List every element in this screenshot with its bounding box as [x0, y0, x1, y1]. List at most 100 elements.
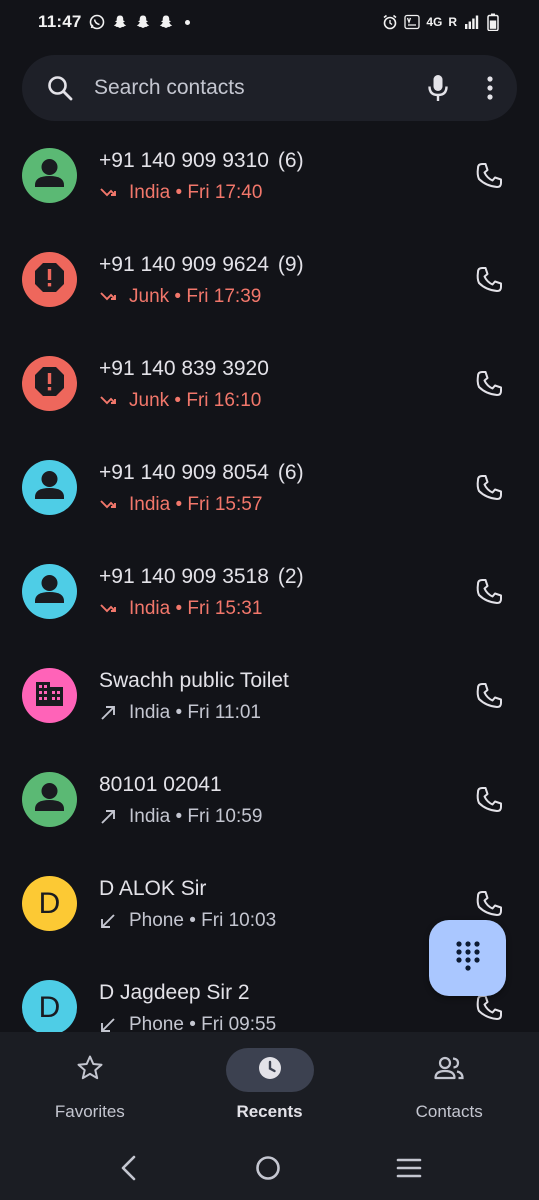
- avatar[interactable]: [22, 564, 77, 619]
- call-log-row[interactable]: 80101 02041 India • Fri 10:59: [0, 748, 539, 852]
- call-button[interactable]: [473, 576, 505, 608]
- call-subtitle: India • Fri 15:57: [129, 494, 263, 515]
- phone-icon: [473, 787, 505, 820]
- caller-name: +91 140 909 9624: [99, 253, 269, 276]
- call-count: (2): [277, 565, 304, 588]
- phone-icon: [473, 163, 505, 196]
- caller-name: 80101 02041: [99, 773, 222, 796]
- network-type: 4G: [426, 15, 443, 29]
- nav-contacts-icon-wrap[interactable]: [405, 1048, 493, 1092]
- call-button[interactable]: [473, 784, 505, 816]
- status-left: 11:47: [38, 12, 190, 32]
- call-title: +91 140 839 3920: [99, 357, 269, 381]
- nav-contacts[interactable]: Contacts: [359, 1032, 539, 1140]
- recent-calls-list[interactable]: +91 140 909 9310 (6) India • Fri 17:40 +91 …: [0, 124, 539, 1032]
- call-log-row[interactable]: +91 140 909 9624 (9) Junk • Fri 17:39: [0, 228, 539, 332]
- status-bar: 11:47 4G R: [0, 0, 539, 44]
- search-icon[interactable]: [46, 74, 74, 102]
- phone-icon: [473, 579, 505, 612]
- avatar[interactable]: [22, 668, 77, 723]
- call-count: (9): [277, 253, 304, 276]
- missed-call-icon: [99, 184, 117, 202]
- recent-apps-icon[interactable]: [396, 1157, 422, 1184]
- call-details: India • Fri 15:31: [99, 598, 262, 620]
- caller-name: +91 140 909 9310: [99, 149, 269, 172]
- missed-call-icon: [99, 288, 117, 306]
- call-subtitle: Phone • Fri 10:03: [129, 910, 277, 931]
- search-input[interactable]: Search contacts: [94, 76, 425, 100]
- notification-dot-icon: [184, 19, 190, 25]
- snapchat-icon: [112, 14, 128, 30]
- incoming-call-icon: [99, 912, 117, 930]
- call-button[interactable]: [473, 888, 505, 920]
- call-subtitle: Phone • Fri 09:55: [129, 1014, 277, 1032]
- person-icon: [22, 148, 77, 203]
- call-subtitle: Junk • Fri 16:10: [129, 390, 262, 411]
- call-subtitle: India • Fri 17:40: [129, 182, 263, 203]
- microphone-icon[interactable]: [425, 73, 451, 103]
- call-count: (6): [277, 149, 304, 172]
- avatar[interactable]: [22, 460, 77, 515]
- call-title: +91 140 909 3518 (2): [99, 565, 304, 589]
- nav-favorites-icon-wrap[interactable]: [46, 1048, 134, 1092]
- outgoing-call-icon: [99, 704, 117, 722]
- avatar-letter: D: [38, 990, 61, 1024]
- call-details: India • Fri 17:40: [99, 182, 262, 204]
- volte-icon: [404, 14, 420, 30]
- call-log-row[interactable]: +91 140 909 8054 (6) India • Fri 15:57: [0, 436, 539, 540]
- avatar[interactable]: [22, 772, 77, 827]
- call-button[interactable]: [473, 368, 505, 400]
- dialpad-icon: [453, 940, 483, 977]
- call-log-row[interactable]: +91 140 909 3518 (2) India • Fri 15:31: [0, 540, 539, 644]
- call-title: +91 140 909 9624 (9): [99, 253, 304, 277]
- avatar[interactable]: [22, 148, 77, 203]
- star-icon: [76, 1054, 104, 1087]
- nav-recents[interactable]: Recents: [180, 1032, 360, 1140]
- call-details: India • Fri 10:59: [99, 806, 262, 828]
- call-log-row[interactable]: +91 140 909 9310 (6) India • Fri 17:40: [0, 124, 539, 228]
- call-title: +91 140 909 8054 (6): [99, 461, 304, 485]
- nav-recents-label: Recents: [236, 1102, 303, 1121]
- people-icon: [433, 1054, 465, 1087]
- more-options-icon[interactable]: [485, 74, 495, 102]
- call-button[interactable]: [473, 680, 505, 712]
- status-time: 11:47: [38, 12, 82, 31]
- call-title: +91 140 909 9310 (6): [99, 149, 304, 173]
- whatsapp-icon: [89, 14, 105, 30]
- dialpad-button[interactable]: [429, 920, 506, 996]
- call-button[interactable]: [473, 472, 505, 504]
- nav-contacts-label: Contacts: [415, 1102, 483, 1121]
- incoming-call-icon: [99, 1016, 117, 1032]
- call-count: (6): [277, 461, 304, 484]
- caller-name: +91 140 909 8054: [99, 461, 269, 484]
- status-right: 4G R: [382, 13, 501, 31]
- avatar[interactable]: [22, 356, 77, 411]
- back-icon[interactable]: [118, 1155, 140, 1186]
- call-title: D ALOK Sir: [99, 877, 206, 901]
- business-icon: [22, 668, 77, 723]
- signal-icon: [463, 14, 479, 30]
- call-title: Swachh public Toilet: [99, 669, 289, 693]
- bottom-navigation: Favorites Recents Contacts: [0, 1032, 539, 1140]
- snapchat-icon: [158, 14, 174, 30]
- call-subtitle: India • Fri 15:31: [129, 598, 263, 619]
- call-log-row[interactable]: +91 140 839 3920 Junk • Fri 16:10: [0, 332, 539, 436]
- spam-warning-icon: [22, 252, 77, 307]
- avatar[interactable]: D: [22, 876, 77, 931]
- call-button[interactable]: [473, 264, 505, 296]
- nav-recents-icon-wrap[interactable]: [225, 1048, 314, 1092]
- avatar[interactable]: D: [22, 980, 77, 1032]
- call-button[interactable]: [473, 992, 505, 1024]
- caller-name: +91 140 839 3920: [99, 357, 269, 380]
- phone-icon: [473, 683, 505, 716]
- avatar[interactable]: [22, 252, 77, 307]
- person-icon: [22, 564, 77, 619]
- search-bar[interactable]: Search contacts: [22, 55, 517, 121]
- call-button[interactable]: [473, 160, 505, 192]
- caller-name: D Jagdeep Sir 2: [99, 981, 250, 1004]
- spam-warning-icon: [22, 356, 77, 411]
- call-title: 80101 02041: [99, 773, 222, 797]
- call-log-row[interactable]: Swachh public Toilet India • Fri 11:01: [0, 644, 539, 748]
- home-icon[interactable]: [255, 1155, 281, 1186]
- nav-favorites[interactable]: Favorites: [0, 1032, 180, 1140]
